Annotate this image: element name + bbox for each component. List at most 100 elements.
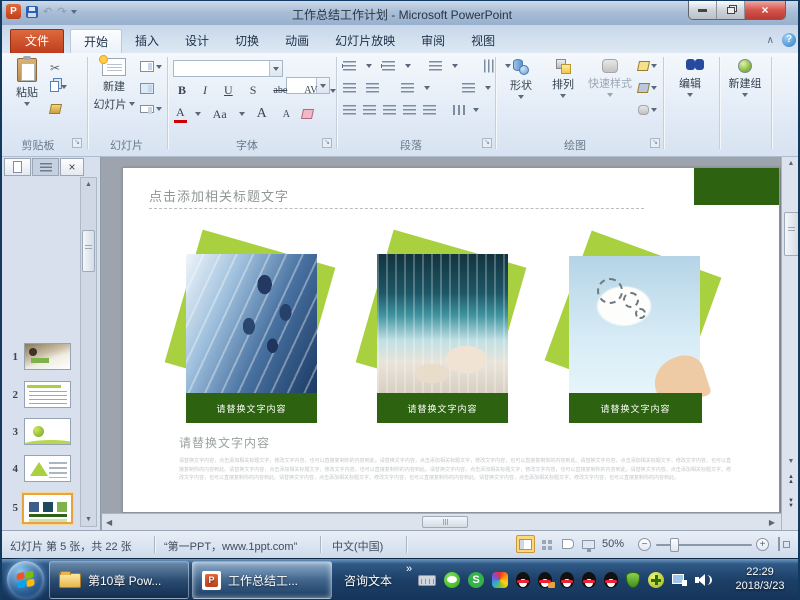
slide-thumbnail-2[interactable] [24,381,71,408]
image-caption-3[interactable]: 请替换文字内容 [569,393,702,423]
tab-design[interactable]: 设计 [172,29,222,53]
convert-smartart-button[interactable] [453,105,466,115]
taskbar-folder-button[interactable]: 第10章 Pow... [49,561,189,599]
align-center-button[interactable] [363,105,376,115]
justify-button[interactable] [403,105,416,115]
numbering-dropdown-icon[interactable] [405,64,411,68]
zoom-in-button[interactable]: + [756,538,769,551]
scroll-down-icon[interactable]: ▼ [782,455,800,468]
font-name-combo[interactable] [173,60,283,77]
font-name-dropdown-icon[interactable] [269,61,282,76]
clipboard-dialog-launcher[interactable]: ↘ [72,138,82,148]
align-text-button[interactable] [462,83,475,93]
next-slide-button[interactable]: ▼▼ [782,499,800,509]
slide-layout-button[interactable] [140,61,162,72]
slide-sorter-view-button[interactable] [537,535,556,553]
cut-button[interactable]: ✂ [50,61,60,75]
slide-thumbnail-1[interactable] [24,343,71,370]
vertical-scrollbar-thumb[interactable] [784,212,799,256]
align-right-button[interactable] [383,105,396,115]
slide-thumbnail-3[interactable] [24,418,71,445]
network-icon[interactable] [672,574,687,586]
qq-icon[interactable] [516,572,530,588]
qq-icon[interactable] [582,572,596,588]
smartart-dropdown-icon[interactable] [473,108,479,112]
qq-icon[interactable] [604,572,618,588]
zoom-slider-thumb[interactable] [670,538,679,552]
bullets-button[interactable] [343,61,356,71]
new-slide-button[interactable]: 新建 幻灯片 [92,58,136,112]
slide-thumbnail-5-selected[interactable] [22,493,73,524]
paragraph-dialog-launcher[interactable]: ↘ [482,138,492,148]
wechat-icon[interactable] [444,572,460,588]
drawing-dialog-launcher[interactable]: ↘ [650,138,660,148]
image-caption-1[interactable]: 请替换文字内容 [186,393,317,423]
tab-insert[interactable]: 插入 [122,29,172,53]
font-color-button[interactable]: A [174,105,187,123]
change-case-dropdown-icon[interactable] [239,112,245,116]
minimize-button[interactable] [689,1,717,19]
help-icon[interactable]: ? [782,33,796,47]
collapse-ribbon-icon[interactable]: ∧ [767,35,774,46]
decrease-indent-button[interactable] [343,83,356,93]
volume-icon[interactable] [695,573,711,587]
language-band[interactable]: 咨询文本 [344,572,392,589]
columns-dropdown-icon[interactable] [424,86,430,90]
restore-button[interactable] [717,1,745,19]
body-heading-placeholder[interactable]: 请替换文字内容 [179,434,270,451]
reset-slide-button[interactable] [140,83,154,94]
tab-slideshow[interactable]: 幻灯片放映 [322,29,408,53]
panel-scroll-down-icon[interactable]: ▼ [81,513,96,526]
qq-briefcase-icon[interactable] [538,572,552,588]
strikethrough-button[interactable]: abe [269,85,291,96]
tray-clock[interactable]: 22:29 2018/3/23 [724,565,796,593]
slide-image-2[interactable] [377,254,508,393]
increase-indent-button[interactable] [366,83,379,93]
copy-button[interactable] [50,81,67,92]
horizontal-scrollbar-thumb[interactable] [422,516,468,528]
clear-formatting-button[interactable] [301,109,314,119]
grow-font-button[interactable]: A [253,106,271,122]
editing-button[interactable]: 编辑 [668,59,712,97]
numbering-button[interactable] [382,61,395,71]
tab-file[interactable]: 文件 [10,29,64,53]
distribute-button[interactable] [423,105,436,115]
zoom-level[interactable]: 50% [602,538,624,550]
shrink-font-button[interactable]: A [279,109,294,120]
bold-button[interactable]: B [174,83,190,98]
slides-tab[interactable] [4,158,31,176]
antivirus-plus-icon[interactable] [648,572,664,588]
taskbar-powerpoint-button[interactable]: P 工作总结工... [192,561,332,599]
horizontal-scrollbar[interactable]: ◀ ▶ [102,513,781,530]
vertical-scrollbar[interactable]: ▲ ▼ ▲▲ ▼▼ [781,157,800,530]
image-caption-2[interactable]: 请替换文字内容 [377,393,508,423]
panel-scroll-up-icon[interactable]: ▲ [81,178,96,191]
normal-view-button[interactable] [516,535,535,553]
shape-fill-button[interactable] [638,61,657,71]
shape-effects-button[interactable] [638,105,657,115]
fit-to-window-button[interactable] [778,537,780,551]
body-text-placeholder[interactable]: 请替换文字内容，点击添加相关标题文字，修改文字内容，也可以直接复制你的内容到此。… [179,457,731,513]
align-left-button[interactable] [343,105,356,115]
close-button[interactable]: × [745,1,785,19]
qq-icon[interactable] [560,572,574,588]
section-button[interactable] [140,105,162,113]
panel-scrollbar-thumb[interactable] [82,230,95,272]
change-case-button[interactable]: Aa [209,107,231,122]
columns-button[interactable] [401,83,414,93]
font-dialog-launcher[interactable]: ↘ [322,138,332,148]
previous-slide-button[interactable]: ▲▲ [782,475,800,485]
character-spacing-button[interactable]: AV [300,85,321,96]
format-painter-button[interactable] [50,101,61,119]
font-color-dropdown-icon[interactable] [195,112,201,116]
tab-home[interactable]: 开始 [70,29,122,53]
slide-thumbnail-4[interactable] [24,455,71,482]
panel-close-button[interactable]: × [60,158,84,176]
language-status[interactable]: 中文(中国) [332,538,383,554]
security-shield-icon[interactable] [626,572,640,588]
shapes-button[interactable]: 形状 [502,59,540,99]
slide-title-placeholder[interactable]: 点击添加相关标题文字 [149,186,289,205]
zoom-out-button[interactable]: − [638,538,651,551]
outline-tab[interactable] [32,158,59,176]
spacing-dropdown-icon[interactable] [330,89,336,93]
